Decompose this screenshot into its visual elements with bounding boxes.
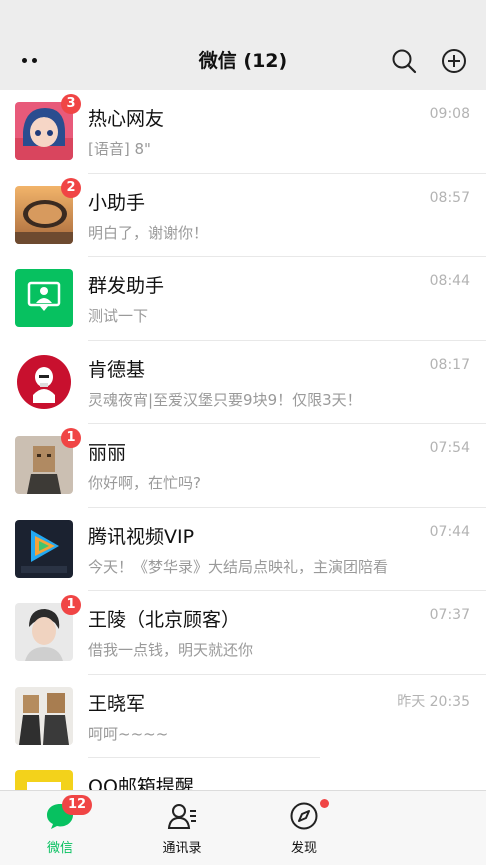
chat-time: 08:44 <box>429 273 470 289</box>
chat-name: 腾讯视频VIP <box>88 525 195 548</box>
chat-time: 09:08 <box>429 106 470 122</box>
kfc-logo-avatar <box>15 352 73 411</box>
unread-badge: 1 <box>61 428 81 448</box>
chat-name: 小助手 <box>88 191 146 214</box>
chat-row[interactable]: 王晓军 呵呵~~~~ 昨天 20:35 <box>0 675 486 758</box>
chat-last-message: 今天！《梦华录》大结局点映礼，主演团陪看 <box>88 557 389 576</box>
plus-circle-icon[interactable] <box>440 47 468 75</box>
chat-last-message: [语音] 8" <box>88 140 151 158</box>
unread-badge: 2 <box>61 177 81 198</box>
chat-row[interactable]: 2 小助手 明白了，谢谢你！ 08:57 <box>0 174 486 257</box>
chat-row[interactable]: 肯德基 灵魂夜宵|至爱汉堡只要9块9！仅限3天！ 08:17 <box>0 341 486 424</box>
chat-row[interactable]: 3 热心网友 [语音] 8" 09:08 <box>0 90 486 174</box>
chat-last-message: 呵呵~~~~ <box>88 724 169 743</box>
tab-unread-badge: 12 <box>62 795 92 815</box>
chat-name: 肯德基 <box>88 358 146 381</box>
paper-bag-couple-avatar <box>15 686 73 745</box>
chat-row[interactable]: 1 王陵（北京顾客） 借我一点钱，明天就还你 07:37 <box>0 591 486 675</box>
chat-row[interactable]: 1 丽丽 你好啊，在忙吗? 07:54 <box>0 424 486 508</box>
contacts-icon <box>167 804 196 829</box>
search-icon[interactable] <box>390 47 418 75</box>
chat-name: 王陵（北京顾客） <box>88 609 241 631</box>
unread-badge: 1 <box>61 595 81 615</box>
tab-label: 通讯录 <box>162 841 202 856</box>
chat-time: 07:37 <box>429 607 470 623</box>
top-bar: 微信 (12) <box>0 0 486 90</box>
tab-label: 发现 <box>290 841 317 856</box>
tab-chats[interactable]: 12 微信 <box>20 791 100 865</box>
compass-icon <box>290 802 318 830</box>
bottom-tab-bar: 12 微信 通讯录 发现 <box>0 790 486 865</box>
chat-name: 热心网友 <box>88 108 165 130</box>
chat-last-message: 测试一下 <box>88 307 149 325</box>
tab-discover[interactable]: 发现 <box>264 791 344 865</box>
chat-list: 3 热心网友 [语音] 8" 09:08 2 小助手 明白了，谢谢你！ 08:5… <box>0 90 486 842</box>
chat-time: 08:17 <box>429 356 470 373</box>
tencent-video-vip-avatar <box>15 519 73 578</box>
chat-last-message: 明白了，谢谢你！ <box>88 223 209 242</box>
chat-time: 07:54 <box>429 440 470 456</box>
chat-last-message: 你好啊，在忙吗? <box>88 474 201 492</box>
chat-time: 昨天 20:35 <box>397 693 470 710</box>
chat-name: 王晓军 <box>88 692 146 715</box>
chat-last-message: 灵魂夜宵|至爱汉堡只要9块9！仅限3天！ <box>88 390 362 409</box>
chat-time: 07:44 <box>429 523 470 540</box>
chat-row[interactable]: 腾讯视频VIP 今天！《梦华录》大结局点映礼，主演团陪看 07:44 <box>0 508 486 591</box>
tab-contacts[interactable]: 通讯录 <box>142 791 222 865</box>
chat-row[interactable]: 群发助手 测试一下 08:44 <box>0 257 486 341</box>
chat-time: 08:57 <box>429 189 470 206</box>
chat-name: 丽丽 <box>88 442 127 464</box>
chat-last-message: 借我一点钱，明天就还你 <box>88 641 254 659</box>
unread-badge: 3 <box>61 94 81 114</box>
new-content-dot <box>320 799 329 808</box>
chat-name: 群发助手 <box>88 275 165 297</box>
broadcast-helper-avatar <box>15 269 73 327</box>
tab-label: 微信 <box>46 841 73 856</box>
